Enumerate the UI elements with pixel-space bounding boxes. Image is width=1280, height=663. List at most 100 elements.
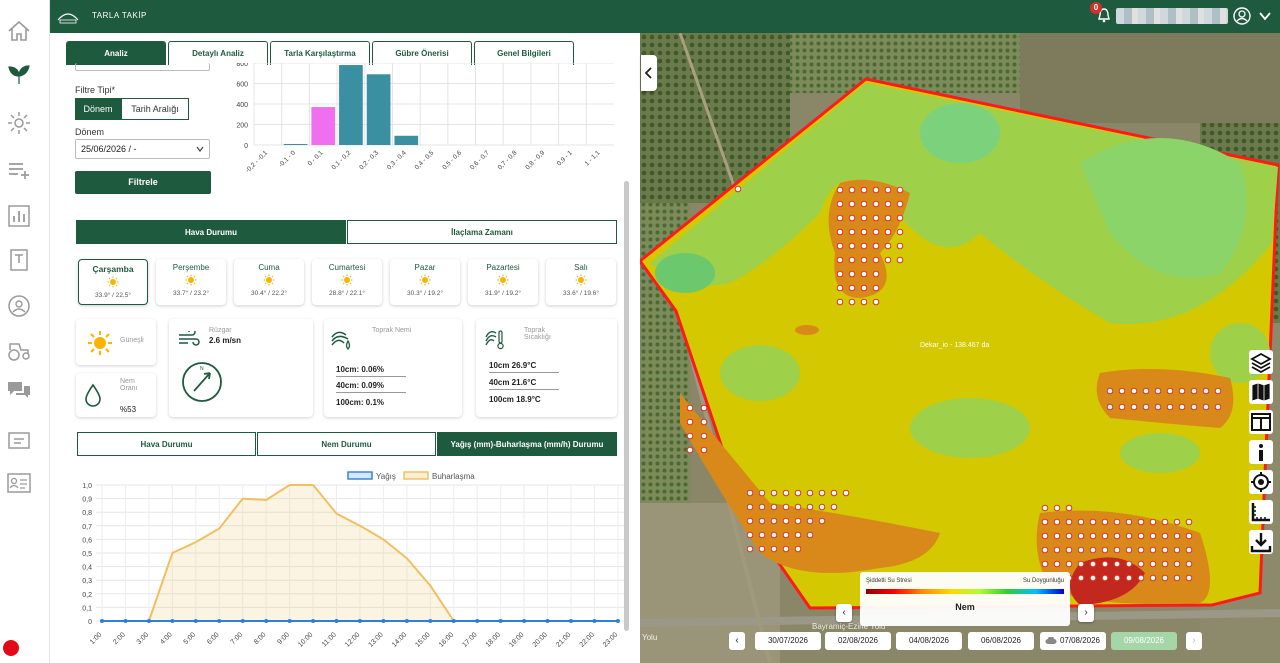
sample-point[interactable] xyxy=(1130,403,1138,411)
sample-point[interactable] xyxy=(1053,532,1061,540)
sample-point[interactable] xyxy=(860,270,868,278)
sample-point[interactable] xyxy=(1053,546,1061,554)
sample-point[interactable] xyxy=(1089,574,1097,582)
sample-point[interactable] xyxy=(848,284,856,292)
sample-point[interactable] xyxy=(1125,574,1133,582)
rain-point[interactable] xyxy=(428,619,433,623)
tab-analiz[interactable]: Analiz xyxy=(66,41,166,65)
sample-point[interactable] xyxy=(818,503,826,511)
day-card[interactable]: Cumartesi 28.8° / 22.1° xyxy=(312,259,382,305)
sample-point[interactable] xyxy=(700,432,708,440)
sample-point[interactable] xyxy=(818,517,826,525)
sample-point[interactable] xyxy=(1173,560,1181,568)
home-icon[interactable] xyxy=(6,18,32,44)
sample-point[interactable] xyxy=(872,284,880,292)
sample-point[interactable] xyxy=(848,298,856,306)
sample-point[interactable] xyxy=(860,214,868,222)
sample-point[interactable] xyxy=(818,489,826,497)
sample-point[interactable] xyxy=(1130,387,1138,395)
sample-point[interactable] xyxy=(746,489,754,497)
sample-point[interactable] xyxy=(1125,546,1133,554)
tab-weather-chart[interactable]: Hava Durumu xyxy=(77,432,256,456)
sample-point[interactable] xyxy=(1118,403,1126,411)
sample-point[interactable] xyxy=(1149,532,1157,540)
sample-point[interactable] xyxy=(1161,560,1169,568)
rain-point[interactable] xyxy=(240,619,245,623)
sample-point[interactable] xyxy=(1113,518,1121,526)
sample-point[interactable] xyxy=(884,228,892,236)
sample-point[interactable] xyxy=(1113,574,1121,582)
sample-point[interactable] xyxy=(848,186,856,194)
rain-point[interactable] xyxy=(311,619,316,623)
layers-icon[interactable] xyxy=(1249,350,1273,374)
rain-point[interactable] xyxy=(334,619,339,623)
sample-point[interactable] xyxy=(1161,574,1169,582)
sample-point[interactable] xyxy=(734,185,742,193)
day-card[interactable]: Perşembe 33.7° / 23.2° xyxy=(156,259,226,305)
day-card[interactable]: Cuma 30.4° / 22.2° xyxy=(234,259,304,305)
sample-point[interactable] xyxy=(830,489,838,497)
sample-point[interactable] xyxy=(842,489,850,497)
legend-swatch[interactable] xyxy=(403,471,429,480)
tractor-icon[interactable] xyxy=(6,337,32,363)
sample-point[interactable] xyxy=(872,256,880,264)
sample-point[interactable] xyxy=(896,200,904,208)
sample-point[interactable] xyxy=(1101,546,1109,554)
sample-point[interactable] xyxy=(794,545,802,553)
sample-point[interactable] xyxy=(836,186,844,194)
sample-point[interactable] xyxy=(1137,532,1145,540)
language-flag-icon[interactable] xyxy=(3,640,19,656)
sample-point[interactable] xyxy=(1101,532,1109,540)
sample-point[interactable] xyxy=(758,489,766,497)
sample-point[interactable] xyxy=(1041,546,1049,554)
sample-point[interactable] xyxy=(884,256,892,264)
sample-point[interactable] xyxy=(848,228,856,236)
sample-point[interactable] xyxy=(1149,560,1157,568)
histogram-bar[interactable] xyxy=(394,135,419,145)
filter-button[interactable]: Filtrele xyxy=(75,171,211,194)
chevron-down-icon[interactable] xyxy=(1258,10,1272,22)
sample-point[interactable] xyxy=(1065,518,1073,526)
sample-point[interactable] xyxy=(872,200,880,208)
sample-point[interactable] xyxy=(860,298,868,306)
sample-point[interactable] xyxy=(1185,518,1193,526)
sample-point[interactable] xyxy=(1161,546,1169,554)
rain-point[interactable] xyxy=(193,619,198,623)
tab-rain-evaporation-chart[interactable]: Yağış (mm)-Buharlaşma (mm/h) Durumu xyxy=(437,432,617,456)
sample-point[interactable] xyxy=(1113,560,1121,568)
sample-point[interactable] xyxy=(1077,518,1085,526)
sample-point[interactable] xyxy=(770,489,778,497)
sample-point[interactable] xyxy=(1173,574,1181,582)
tab-detayli-analiz[interactable]: Detaylı Analiz xyxy=(168,41,268,65)
sample-point[interactable] xyxy=(836,242,844,250)
rain-point[interactable] xyxy=(451,619,456,623)
histogram-bar[interactable] xyxy=(283,143,308,145)
sample-point[interactable] xyxy=(1106,387,1114,395)
sample-point[interactable] xyxy=(896,228,904,236)
info-icon[interactable] xyxy=(1249,440,1273,464)
sample-point[interactable] xyxy=(1106,403,1114,411)
sample-point[interactable] xyxy=(1185,574,1193,582)
sample-point[interactable] xyxy=(794,531,802,539)
sample-point[interactable] xyxy=(1053,504,1061,512)
split-view-icon[interactable] xyxy=(1249,410,1273,434)
sample-point[interactable] xyxy=(872,242,880,250)
sample-point[interactable] xyxy=(1041,560,1049,568)
ruler-icon[interactable] xyxy=(1249,500,1273,524)
sample-point[interactable] xyxy=(746,531,754,539)
sample-point[interactable] xyxy=(700,404,708,412)
sample-point[interactable] xyxy=(1185,546,1193,554)
sample-point[interactable] xyxy=(758,503,766,511)
sample-point[interactable] xyxy=(836,270,844,278)
tab-tarla-karsilastirma[interactable]: Tarla Karşılaştırma xyxy=(270,41,370,65)
sample-point[interactable] xyxy=(1161,532,1169,540)
rain-point[interactable] xyxy=(146,619,151,623)
document-icon[interactable] xyxy=(6,247,32,273)
sample-point[interactable] xyxy=(1053,518,1061,526)
sample-point[interactable] xyxy=(1101,574,1109,582)
sample-point[interactable] xyxy=(1166,403,1174,411)
sample-point[interactable] xyxy=(1041,532,1049,540)
sample-point[interactable] xyxy=(872,270,880,278)
contact-card-icon[interactable] xyxy=(6,470,32,496)
sample-point[interactable] xyxy=(758,545,766,553)
